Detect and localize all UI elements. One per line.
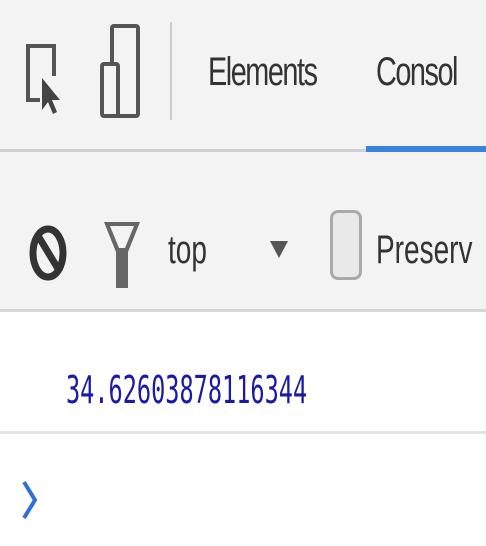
device-toolbar-icon[interactable] [100, 24, 140, 120]
console-output-row: 34.62603878116344 [0, 312, 486, 434]
dropdown-triangle-icon[interactable] [268, 238, 290, 260]
filter-icon[interactable] [102, 218, 142, 290]
tab-divider [170, 22, 172, 120]
console-toolbar: top Preserv [0, 152, 486, 312]
console-prompt-row[interactable] [0, 434, 486, 546]
preserve-log-checkbox[interactable] [330, 210, 362, 280]
tab-elements[interactable]: Elements [208, 42, 318, 102]
console-output-value: 34.62603878116344 [66, 368, 308, 412]
tab-console[interactable]: Consol [376, 42, 458, 102]
context-selector-label[interactable]: top [168, 220, 207, 280]
clear-console-icon[interactable] [28, 222, 72, 284]
prompt-chevron-icon [22, 480, 38, 520]
devtools-tabbar: Elements Consol [0, 0, 486, 152]
preserve-log-label: Preserv [376, 228, 473, 272]
inspect-element-icon[interactable] [26, 40, 62, 116]
